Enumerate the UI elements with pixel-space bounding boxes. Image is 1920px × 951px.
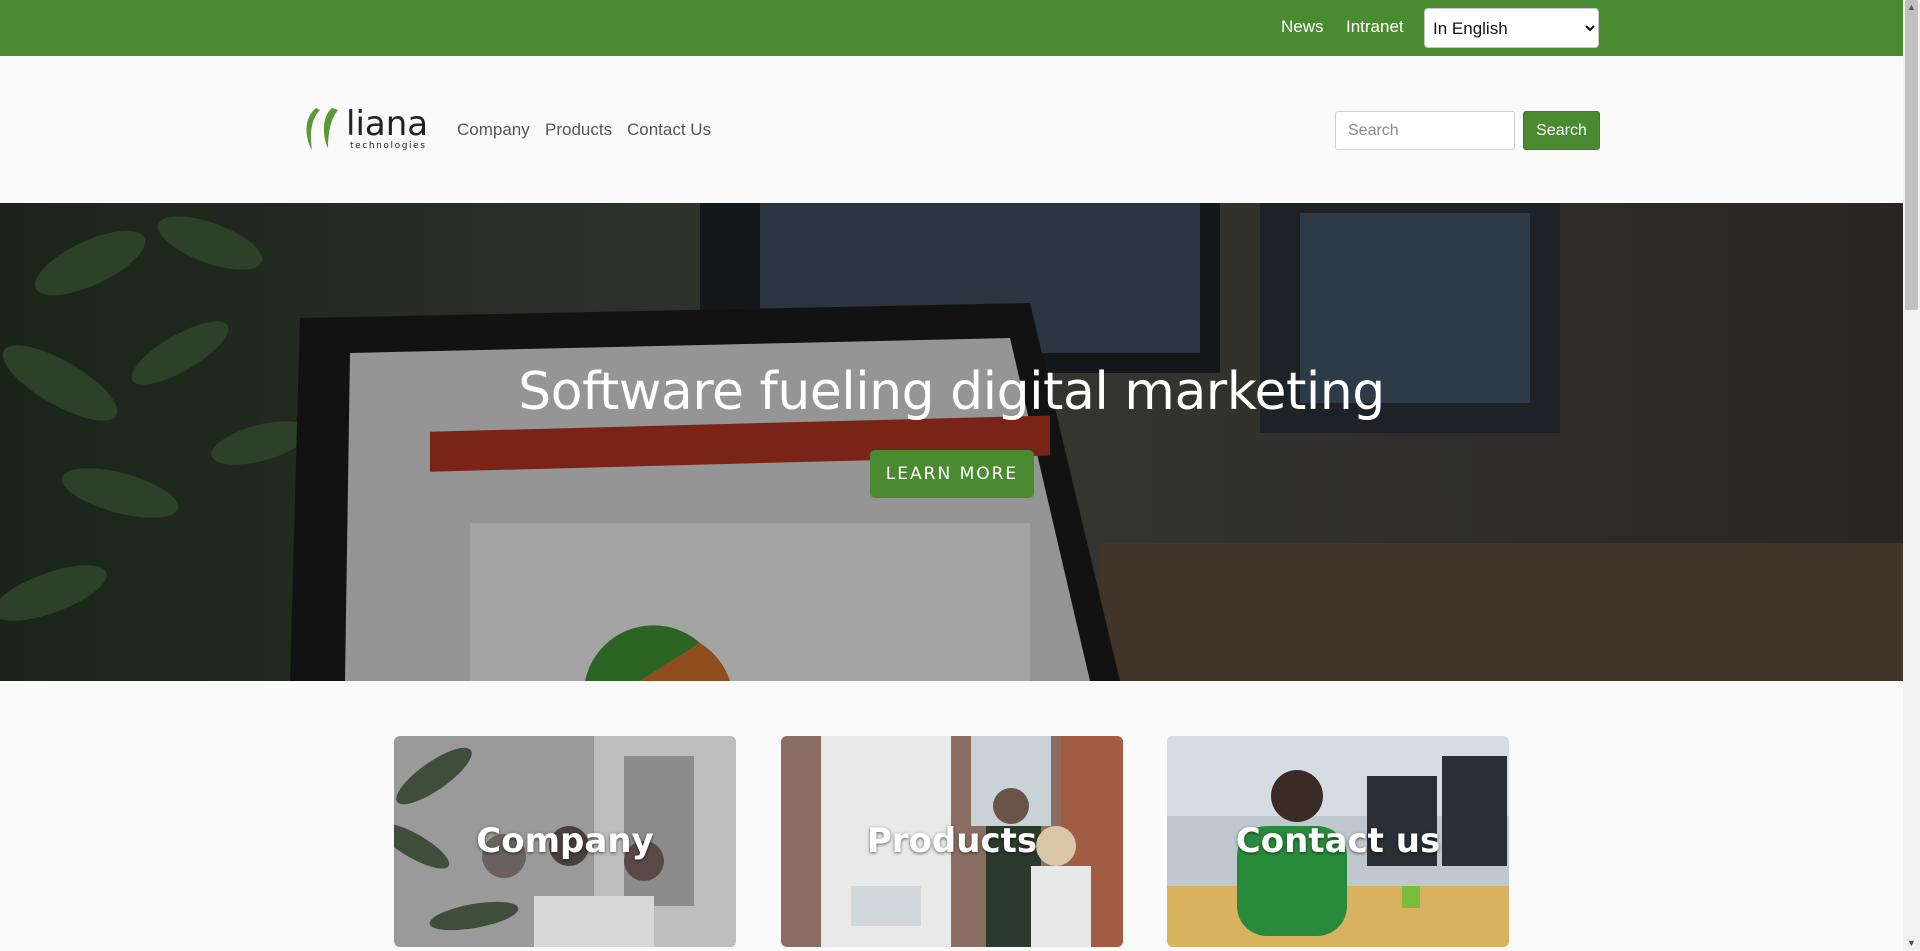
- logo-tagline: technologies: [350, 141, 427, 151]
- card-contact[interactable]: Contact us: [1167, 736, 1509, 947]
- card-company[interactable]: Company: [394, 736, 736, 947]
- scroll-down-icon[interactable]: ▼: [1906, 938, 1917, 948]
- liana-logo[interactable]: liana technologies: [302, 104, 432, 157]
- search-input[interactable]: [1335, 111, 1515, 150]
- hero-overlay: [0, 203, 1903, 681]
- language-select[interactable]: In English: [1424, 8, 1599, 48]
- liana-logo-icon: liana technologies: [306, 104, 428, 151]
- nav-products[interactable]: Products: [545, 120, 612, 140]
- scroll-up-icon[interactable]: ▲: [1906, 2, 1917, 12]
- hero-title: Software fueling digital marketing: [518, 362, 1385, 422]
- nav-company[interactable]: Company: [457, 120, 530, 140]
- nav-contact-us[interactable]: Contact Us: [627, 120, 711, 140]
- news-link[interactable]: News: [1281, 17, 1324, 37]
- card-products-label: Products: [866, 821, 1038, 861]
- card-company-label: Company: [476, 821, 654, 861]
- scrollbar-thumb[interactable]: [1905, 0, 1918, 310]
- top-bar: News Intranet In English: [0, 0, 1903, 56]
- hero-banner: Software fueling digital marketing: [0, 203, 1903, 681]
- learn-more-button[interactable]: LEARN MORE: [870, 450, 1034, 498]
- search-button[interactable]: Search: [1523, 111, 1600, 150]
- site-header: [0, 56, 1903, 203]
- card-contact-label: Contact us: [1235, 821, 1441, 861]
- intranet-link[interactable]: Intranet: [1346, 17, 1404, 37]
- logo-word: liana: [346, 104, 428, 144]
- card-products[interactable]: Products: [781, 736, 1123, 947]
